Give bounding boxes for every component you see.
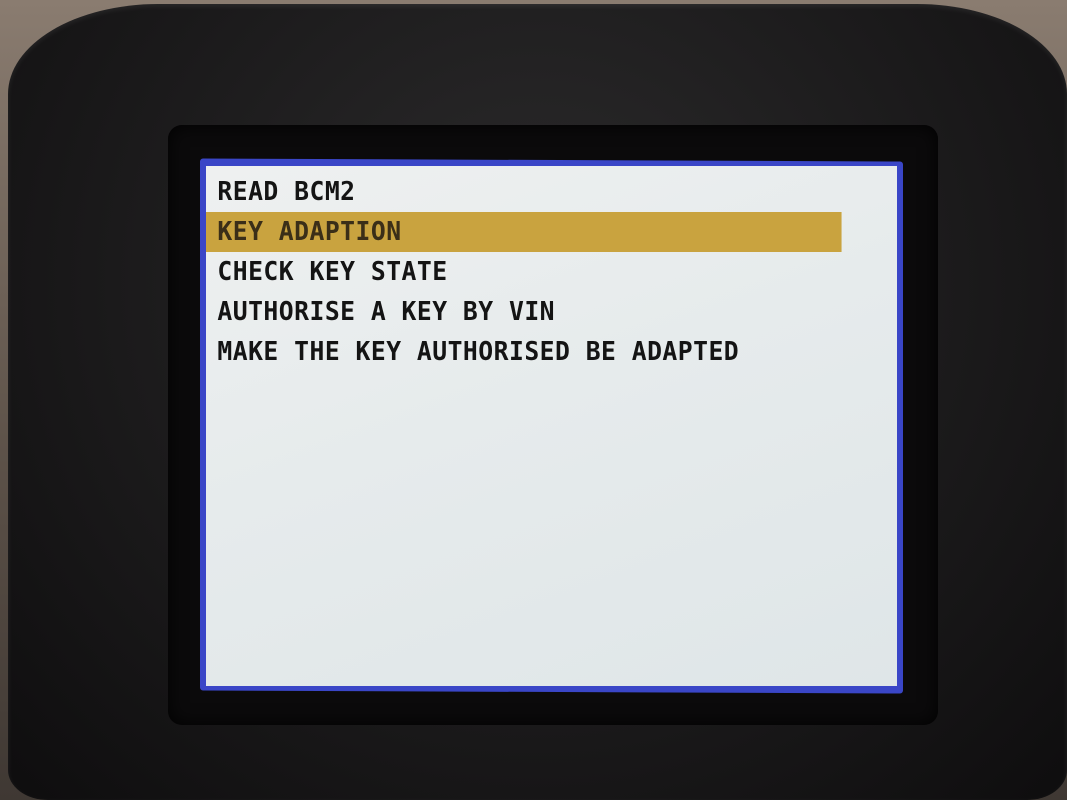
function-menu: READ BCM2 KEY ADAPTION CHECK KEY STATE A… (206, 172, 897, 372)
menu-item-make-key-authorised-adapted[interactable]: MAKE THE KEY AUTHORISED BE ADAPTED (206, 332, 862, 372)
lcd-screen: READ BCM2 KEY ADAPTION CHECK KEY STATE A… (206, 166, 897, 686)
menu-item-key-adaption[interactable]: KEY ADAPTION (206, 212, 842, 252)
menu-item-check-key-state[interactable]: CHECK KEY STATE (206, 252, 862, 292)
menu-item-authorise-key-by-vin[interactable]: AUTHORISE A KEY BY VIN (206, 292, 862, 332)
menu-item-read-bcm2[interactable]: READ BCM2 (206, 172, 862, 212)
